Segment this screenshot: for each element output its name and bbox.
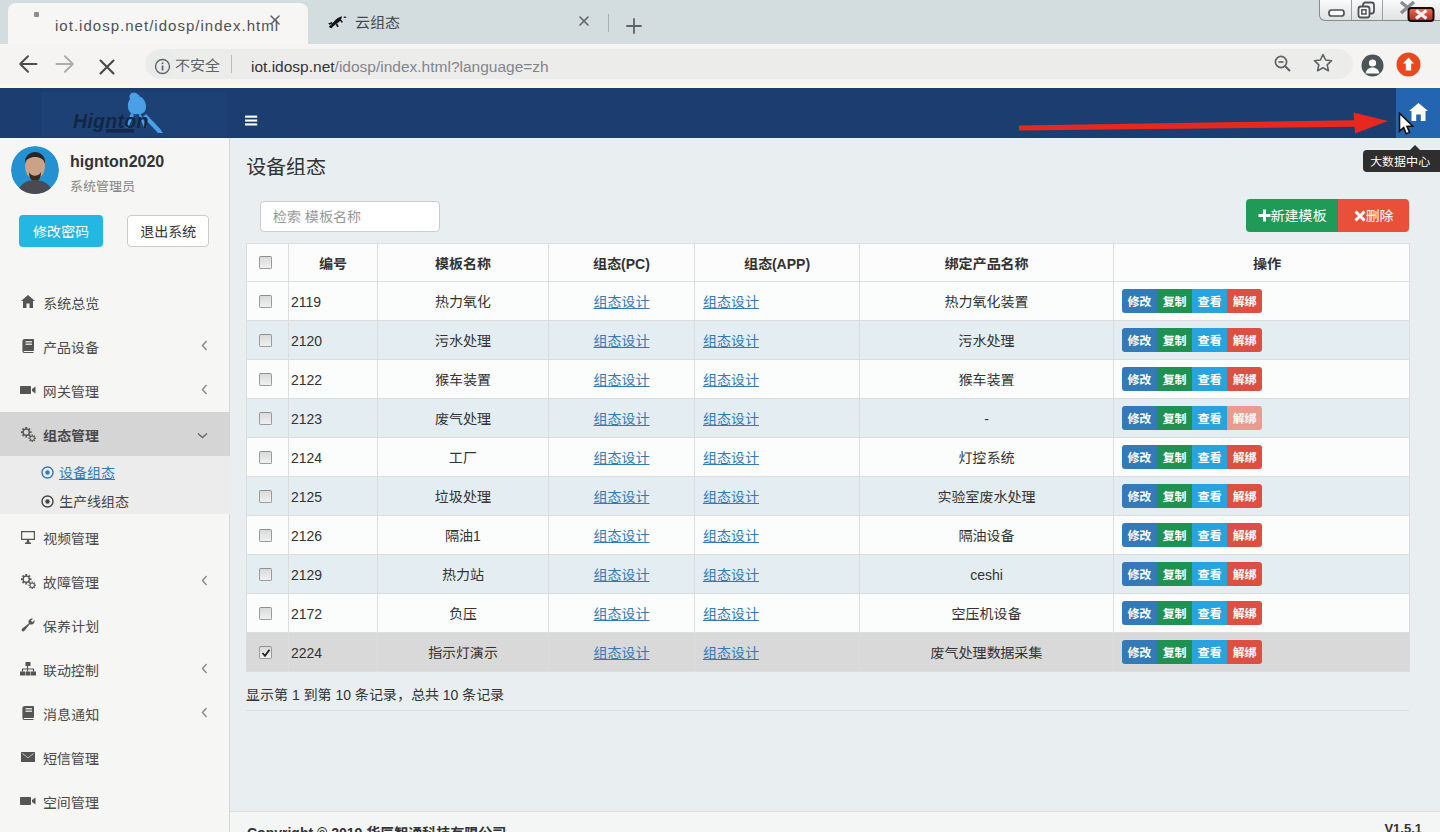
svg-text:Hignton: Hignton bbox=[73, 110, 149, 132]
